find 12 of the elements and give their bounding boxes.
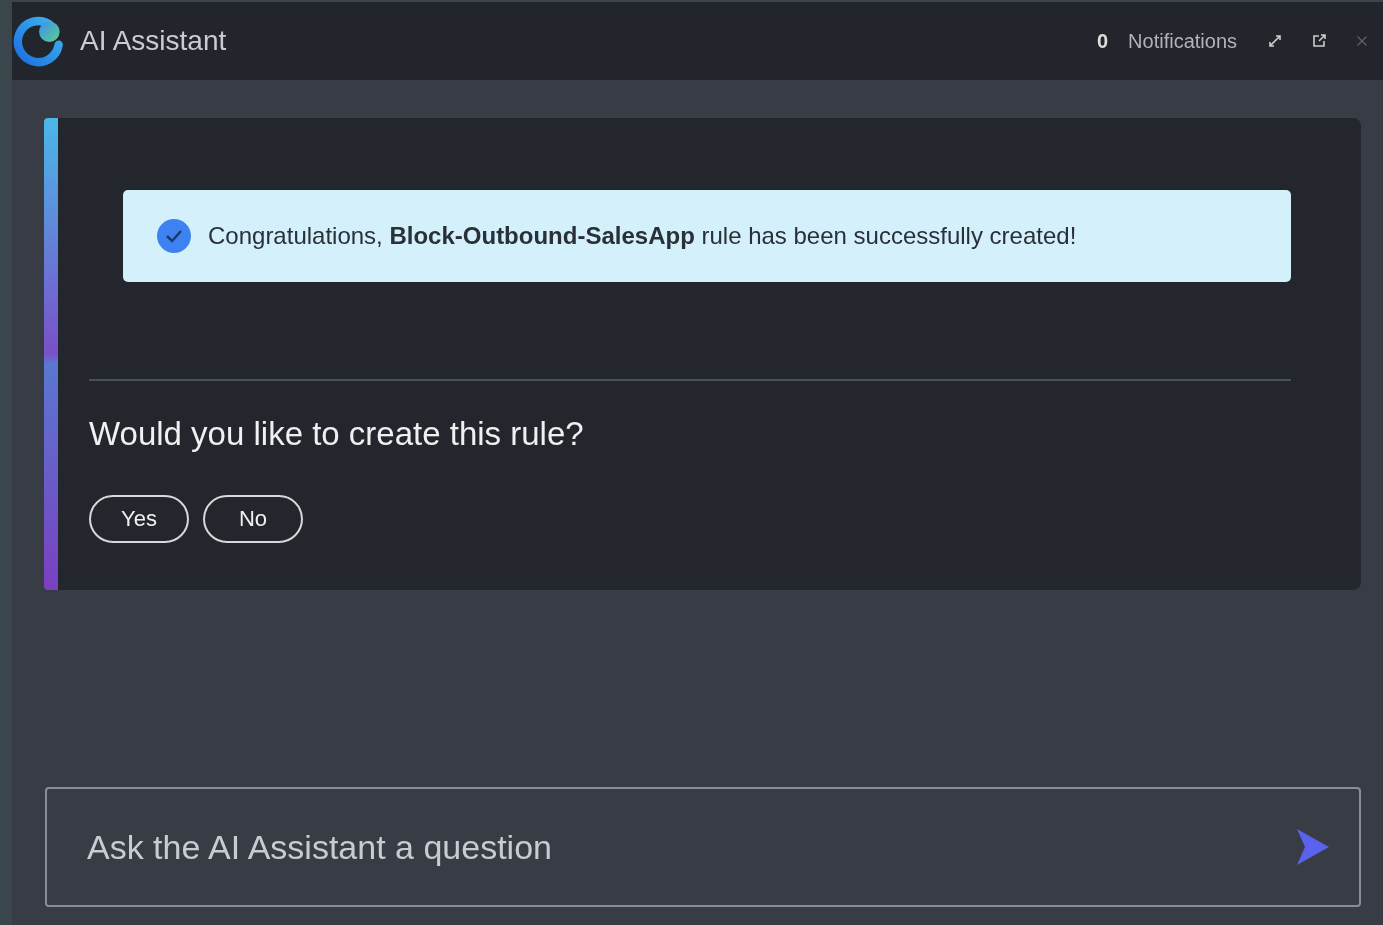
pop-out-icon[interactable]: [1311, 33, 1327, 49]
question-text: Would you like to create this rule?: [89, 415, 585, 453]
notifications-link[interactable]: Notifications: [1128, 29, 1237, 53]
option-button[interactable]: No: [203, 495, 303, 543]
close-icon[interactable]: [1355, 34, 1369, 48]
question-input[interactable]: Ask the AI Assistant a question: [45, 787, 1361, 907]
option-button[interactable]: Yes: [89, 495, 189, 543]
check-circle-icon: [156, 218, 192, 254]
notification-count: 0: [1096, 29, 1109, 53]
expand-icon[interactable]: [1267, 33, 1283, 49]
window-title: AI Assistant: [80, 25, 227, 57]
success-message: Congratulations, Block-Outbound-SalesApp rule has been successfully created!: [208, 222, 1077, 250]
